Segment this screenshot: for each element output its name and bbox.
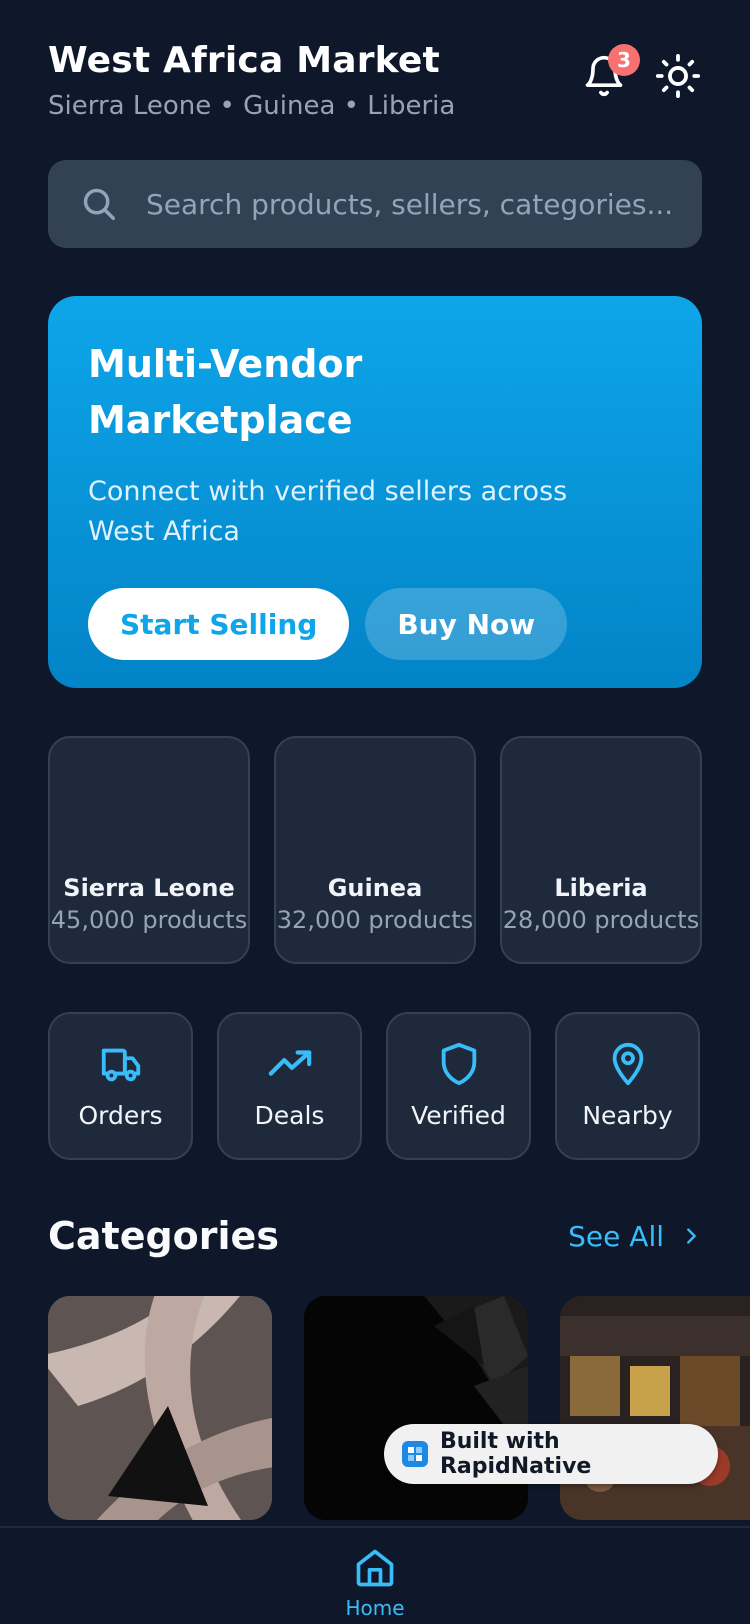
- hero-description: Connect with verified sellers across Wes…: [88, 476, 568, 547]
- buy-now-button[interactable]: Buy Now: [365, 588, 568, 660]
- categories-title: Categories: [48, 1214, 279, 1258]
- hero-banner: Multi-Vendor Marketplace Connect with ve…: [48, 296, 702, 688]
- nav-item-label: Home: [345, 1596, 405, 1620]
- notifications-button[interactable]: 3: [580, 44, 640, 100]
- nav-item-home[interactable]: Home: [340, 1546, 410, 1620]
- start-selling-button[interactable]: Start Selling: [88, 588, 350, 660]
- quick-actions: Orders Deals Verified Nearby: [48, 1012, 702, 1160]
- search-icon: [83, 188, 115, 220]
- built-with-label: Built with RapidNative: [439, 1429, 592, 1479]
- country-product-count: 28,000 products: [502, 906, 700, 934]
- categories-header: Categories See All: [48, 1210, 702, 1262]
- shield-icon: [441, 1042, 476, 1086]
- search-bar[interactable]: [48, 160, 702, 248]
- quick-action-label: Orders: [78, 1101, 163, 1130]
- country-name: Guinea: [327, 874, 423, 902]
- category-tile[interactable]: [48, 1296, 272, 1520]
- category-tile[interactable]: [560, 1296, 750, 1520]
- chevron-right-icon: [687, 1228, 696, 1244]
- app-screen: West Africa Market Sierra Leone • Guinea…: [0, 0, 750, 1624]
- see-all-label: See All: [568, 1219, 664, 1253]
- country-cards: Sierra Leone 45,000 products Guinea 32,0…: [48, 736, 702, 964]
- quick-action-label: Verified: [411, 1101, 506, 1130]
- map-pin-icon: [612, 1042, 643, 1086]
- built-with-badge[interactable]: Built with RapidNative: [384, 1424, 718, 1484]
- country-name: Sierra Leone: [63, 874, 235, 902]
- country-card-guinea[interactable]: Guinea 32,000 products: [274, 736, 476, 964]
- country-card-liberia[interactable]: Liberia 28,000 products: [500, 736, 702, 964]
- quick-action-nearby[interactable]: Nearby: [555, 1012, 700, 1160]
- category-list: [48, 1296, 750, 1520]
- country-card-sierra-leone[interactable]: Sierra Leone 45,000 products: [48, 736, 250, 964]
- see-all-link[interactable]: See All: [568, 1220, 702, 1253]
- sun-icon: [655, 53, 701, 99]
- search-input[interactable]: [146, 187, 702, 221]
- trending-up-icon: [268, 1050, 311, 1076]
- country-product-count: 45,000 products: [50, 906, 248, 934]
- theme-toggle-button[interactable]: [654, 52, 702, 100]
- home-icon: [356, 1549, 394, 1587]
- category-image: [48, 1296, 272, 1520]
- truck-icon: [101, 1048, 140, 1082]
- quick-action-verified[interactable]: Verified: [386, 1012, 531, 1160]
- header: West Africa Market Sierra Leone • Guinea…: [48, 38, 702, 128]
- quick-action-label: Deals: [254, 1101, 325, 1130]
- country-name: Liberia: [554, 874, 648, 902]
- category-tile[interactable]: [304, 1296, 528, 1520]
- quick-action-deals[interactable]: Deals: [217, 1012, 362, 1160]
- quick-action-orders[interactable]: Orders: [48, 1012, 193, 1160]
- notification-badge: 3: [608, 44, 640, 76]
- hero-actions: Start Selling Buy Now: [88, 588, 662, 660]
- country-product-count: 32,000 products: [276, 906, 474, 934]
- category-image: [304, 1296, 528, 1520]
- bottom-navigation: Home: [0, 1526, 750, 1624]
- quick-action-label: Nearby: [582, 1101, 673, 1130]
- header-actions: 3: [580, 44, 702, 100]
- hero-title: Multi-Vendor Marketplace: [88, 342, 363, 442]
- rapidnative-logo-icon: [402, 1441, 428, 1467]
- category-image: [560, 1296, 750, 1520]
